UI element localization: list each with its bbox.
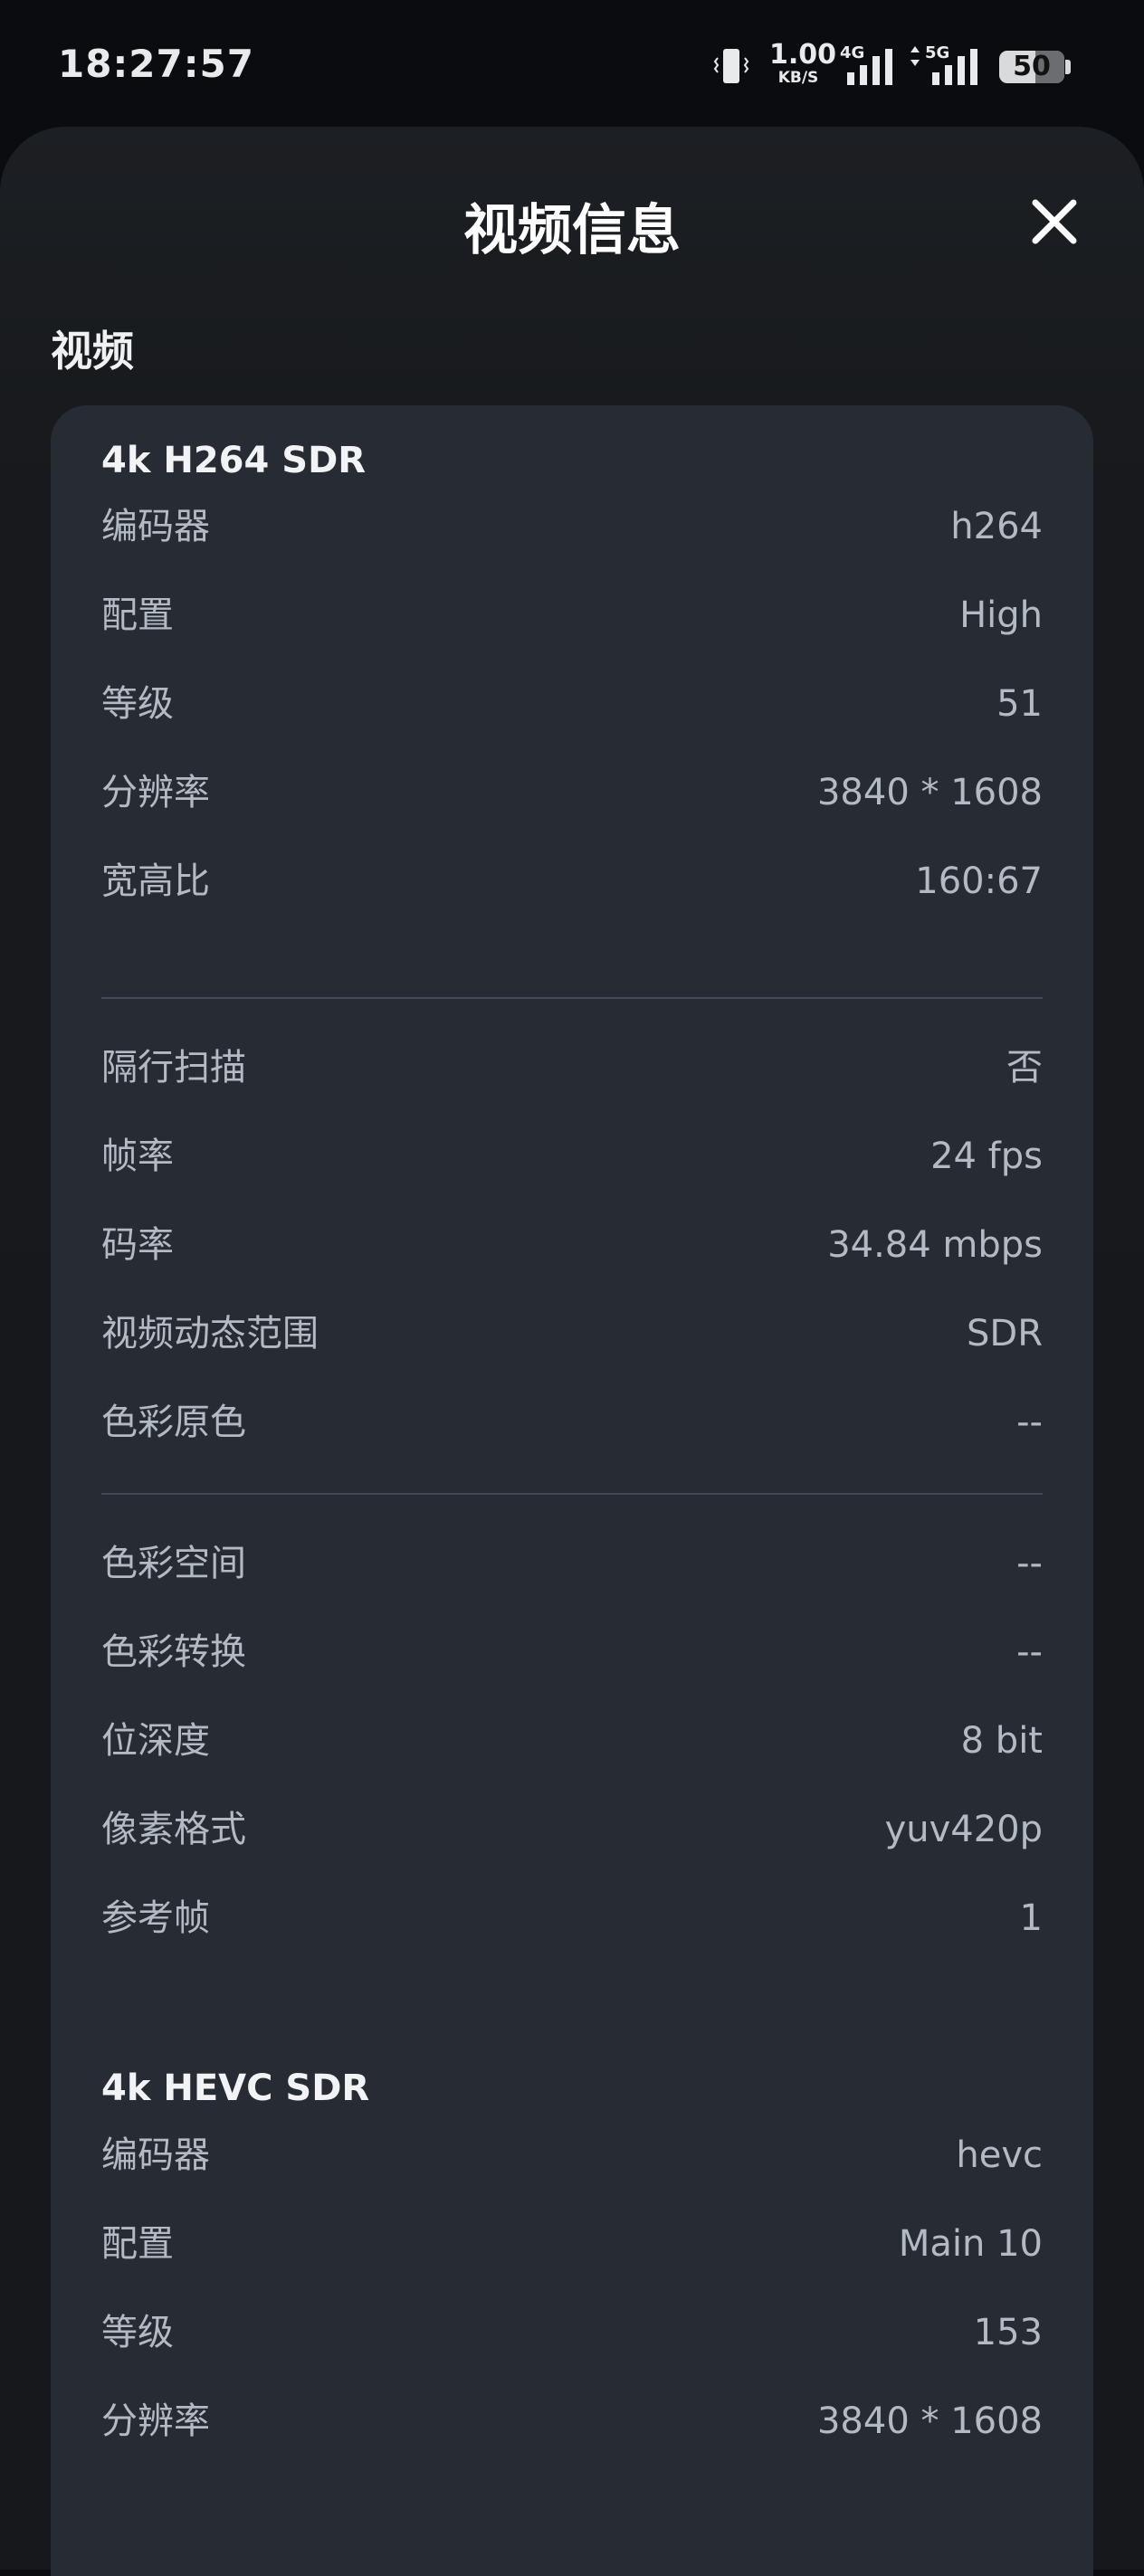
network-speed: 1.00 KB/S xyxy=(769,39,837,87)
signal-icon xyxy=(932,49,977,85)
video-info-sheet: 视频信息 视频 4k H264 SDR 编码器 h264 配置 High 等级 … xyxy=(0,127,1144,2576)
info-value: 1 xyxy=(1019,1897,1043,1939)
info-value: 3840 * 1608 xyxy=(816,772,1043,813)
info-label: 色彩原色 xyxy=(101,1402,246,1443)
network-speed-value: 1.00 xyxy=(769,39,837,71)
info-label: 等级 xyxy=(101,683,174,725)
info-label: 编码器 xyxy=(101,506,210,547)
info-value: -- xyxy=(1016,1631,1043,1673)
info-value: hevc xyxy=(956,2134,1043,2176)
track-title: 4k H264 SDR xyxy=(101,440,367,481)
network-speed-unit: KB/S xyxy=(777,69,819,87)
info-value: 24 fps xyxy=(930,1136,1043,1177)
info-value: High xyxy=(959,594,1043,636)
status-bar: 18:27:57 1.00 KB/S 4G 5G 50 xyxy=(0,0,1144,127)
info-row-resolution: 分辨率 3840 * 1608 xyxy=(101,748,1043,837)
info-value: SDR xyxy=(967,1313,1043,1355)
info-row-bit-depth: 位深度 8 bit xyxy=(101,1697,1043,1785)
info-label: 像素格式 xyxy=(101,1809,246,1850)
info-label: 分辨率 xyxy=(101,772,210,813)
info-row-bitrate: 码率 34.84 mbps xyxy=(101,1201,1043,1289)
info-value: h264 xyxy=(950,506,1043,547)
info-value: -- xyxy=(1016,1543,1043,1584)
info-label: 帧率 xyxy=(101,1136,174,1177)
info-value: 34.84 mbps xyxy=(827,1224,1043,1266)
battery-level: 50 xyxy=(1013,51,1051,82)
info-row-frame-rate: 帧率 24 fps xyxy=(101,1112,1043,1201)
info-label: 参考帧 xyxy=(101,1897,210,1939)
info-value: 否 xyxy=(1006,1047,1043,1088)
info-label: 视频动态范围 xyxy=(101,1313,319,1355)
info-row-profile: 配置 Main 10 xyxy=(101,2200,1043,2288)
track-title: 4k HEVC SDR xyxy=(101,2067,370,2109)
divider xyxy=(101,997,1043,999)
info-value: 3840 * 1608 xyxy=(816,2400,1043,2442)
status-time: 18:27:57 xyxy=(58,42,254,86)
info-label: 码率 xyxy=(101,1224,174,1266)
info-row-profile: 配置 High xyxy=(101,571,1043,660)
info-label: 配置 xyxy=(101,594,174,636)
video-track-card: 4k HEVC SDR 编码器 hevc 配置 Main 10 等级 153 分… xyxy=(51,2033,1093,2576)
signal-icon xyxy=(847,49,892,85)
info-row-resolution: 分辨率 3840 * 1608 xyxy=(101,2377,1043,2466)
battery-tip xyxy=(1065,60,1071,74)
close-button[interactable] xyxy=(1026,194,1082,250)
info-label: 分辨率 xyxy=(101,2400,210,2442)
video-track-card: 4k H264 SDR 编码器 h264 配置 High 等级 51 分辨率 3… xyxy=(51,405,1093,2134)
info-row-level: 等级 51 xyxy=(101,660,1043,748)
info-value: 8 bit xyxy=(960,1720,1043,1762)
vibrate-icon xyxy=(713,49,749,83)
info-row-dynamic-range: 视频动态范围 SDR xyxy=(101,1289,1043,1378)
info-label: 编码器 xyxy=(101,2134,210,2176)
info-row-ref-frames: 参考帧 1 xyxy=(101,1874,1043,1963)
info-label: 位深度 xyxy=(101,1720,210,1762)
divider xyxy=(101,1493,1043,1495)
info-label: 等级 xyxy=(101,2312,174,2353)
info-label: 色彩转换 xyxy=(101,1631,246,1673)
info-label: 隔行扫描 xyxy=(101,1047,246,1088)
info-row-level: 等级 153 xyxy=(101,2288,1043,2377)
info-row-codec: 编码器 hevc xyxy=(101,2111,1043,2200)
info-label: 色彩空间 xyxy=(101,1543,246,1584)
battery-icon: 50 xyxy=(999,51,1064,83)
close-icon xyxy=(1032,199,1077,244)
info-row-color-primaries: 色彩原色 -- xyxy=(101,1378,1043,1467)
info-row-interlaced: 隔行扫描 否 xyxy=(101,1023,1043,1112)
info-row-pixel-format: 像素格式 yuv420p xyxy=(101,1785,1043,1874)
info-value: yuv420p xyxy=(884,1809,1043,1850)
info-value: Main 10 xyxy=(898,2223,1043,2265)
info-row-color-transfer: 色彩转换 -- xyxy=(101,1608,1043,1697)
info-row-codec: 编码器 h264 xyxy=(101,482,1043,571)
section-label-video: 视频 xyxy=(51,327,134,375)
info-value: -- xyxy=(1016,1402,1043,1443)
info-row-color-space: 色彩空间 -- xyxy=(101,1519,1043,1608)
info-value: 153 xyxy=(973,2312,1043,2353)
info-value: 160:67 xyxy=(915,860,1043,902)
info-label: 配置 xyxy=(101,2223,174,2265)
info-label: 宽高比 xyxy=(101,860,210,902)
sheet-title: 视频信息 xyxy=(463,199,681,262)
data-arrows-icon xyxy=(910,46,920,66)
info-value: 51 xyxy=(996,683,1043,725)
info-row-aspect-ratio: 宽高比 160:67 xyxy=(101,837,1043,926)
